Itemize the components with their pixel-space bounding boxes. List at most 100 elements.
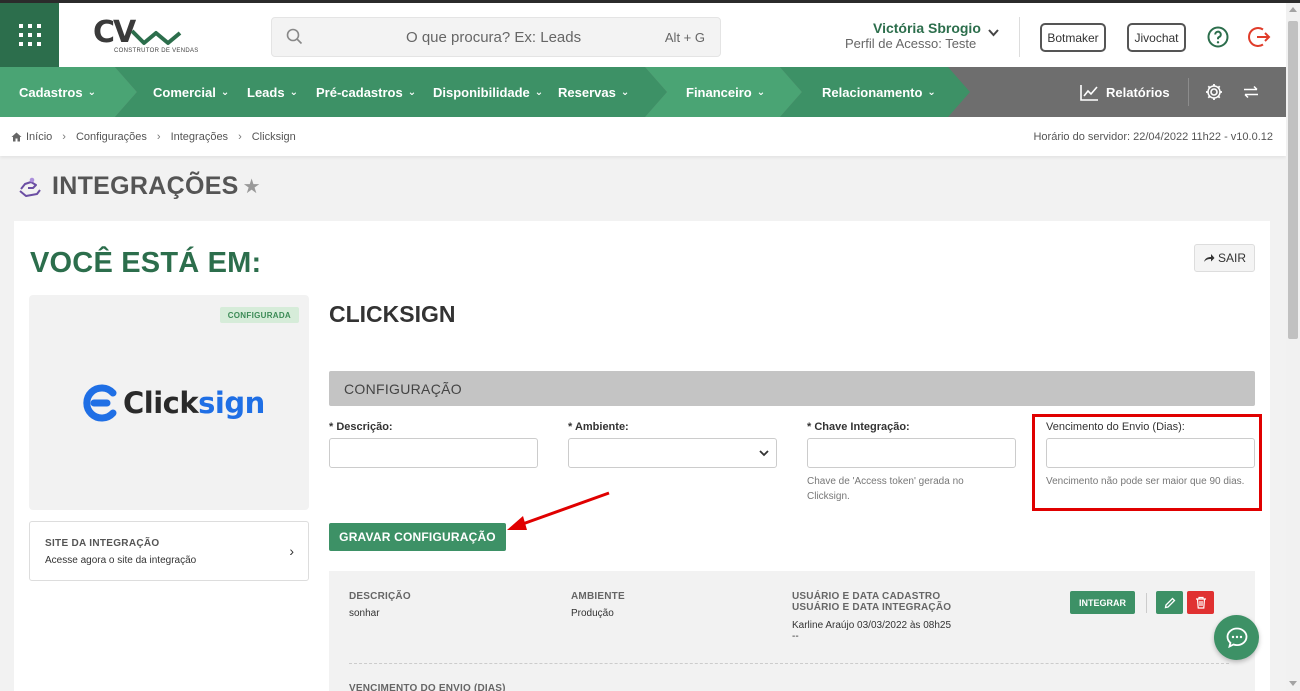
nav-item-financeiro[interactable]: Financeiro ⌄ bbox=[686, 67, 765, 117]
breadcrumb-separator: › bbox=[156, 131, 161, 143]
help-icon[interactable] bbox=[1206, 25, 1230, 49]
nav-item-relacionamento[interactable]: Relacionamento ⌄ bbox=[822, 67, 936, 117]
section-title: CONFIGURAÇÃO bbox=[344, 381, 462, 397]
page-scrollbar[interactable] bbox=[1286, 3, 1300, 691]
main-nav: Cadastros ⌄ Comercial ⌄ Leads ⌄ Pré-cadastr… bbox=[0, 67, 1300, 117]
chevron-down-icon[interactable] bbox=[988, 29, 999, 37]
breadcrumb-separator: › bbox=[238, 131, 242, 143]
breadcrumb-configuracoes[interactable]: Configurações bbox=[76, 131, 147, 143]
annotation-arrow bbox=[507, 491, 610, 530]
chevron-down-icon: ⌄ bbox=[927, 86, 936, 98]
logo-wave-icon bbox=[130, 29, 182, 45]
ambiente-label: * Ambiente: bbox=[568, 421, 629, 433]
annotation-highlight-box bbox=[1032, 414, 1262, 511]
cv-logo[interactable]: CV CONSTRUTOR DE VENDAS bbox=[92, 15, 198, 59]
search-shortcut: Alt + G bbox=[664, 30, 705, 45]
save-config-button[interactable]: GRAVAR CONFIGURAÇÃO bbox=[329, 523, 506, 551]
scroll-down-arrow-icon[interactable] bbox=[1289, 681, 1297, 686]
chevron-down-icon: ⌄ bbox=[534, 86, 544, 98]
edit-button[interactable] bbox=[1156, 591, 1183, 614]
user-name[interactable]: Victória Sbrogio bbox=[873, 20, 981, 36]
grid-menu-button[interactable] bbox=[0, 3, 59, 67]
botmaker-button[interactable]: Botmaker bbox=[1040, 23, 1106, 52]
page-title-text: INTEGRAÇÕES bbox=[52, 172, 239, 200]
chave-integracao-field[interactable] bbox=[807, 438, 1016, 468]
col-header-cadastro: USUÁRIO E DATA CADASTRO bbox=[792, 591, 941, 602]
integration-name: CLICKSIGN bbox=[329, 301, 456, 327]
swap-icon[interactable] bbox=[1243, 85, 1259, 99]
descricao-label: * Descrição: bbox=[329, 421, 393, 433]
chave-label: * Chave Integração: bbox=[807, 421, 910, 433]
site-title: SITE DA INTEGRAÇÃO bbox=[45, 538, 160, 549]
logout-icon[interactable] bbox=[1248, 25, 1272, 49]
exit-button[interactable]: SAIR bbox=[1194, 244, 1255, 272]
chart-line-icon bbox=[1080, 84, 1098, 101]
nav-item-relatorios[interactable]: Relatórios bbox=[1080, 67, 1170, 117]
col-header-vencimento: VENCIMENTO DO ENVIO (DIAS) bbox=[349, 683, 506, 691]
nav-label: Leads bbox=[247, 84, 285, 100]
col-header-ambiente: AMBIENTE bbox=[571, 591, 625, 602]
nav-item-pre-cadastros[interactable]: Pré-cadastros ⌄ bbox=[316, 67, 416, 117]
trash-icon bbox=[1195, 596, 1206, 609]
user-profile: Perfil de Acesso: Teste bbox=[845, 36, 977, 51]
integration-hand-icon bbox=[19, 177, 41, 197]
nav-label: Disponibilidade bbox=[433, 84, 530, 100]
header-divider bbox=[1019, 17, 1020, 57]
server-time: Horário do servidor: 22/04/2022 11h22 - … bbox=[1033, 131, 1273, 143]
row-integracao: -- bbox=[792, 631, 799, 642]
nav-label: Financeiro bbox=[686, 84, 752, 100]
breadcrumb-inicio[interactable]: Início bbox=[26, 131, 52, 143]
pencil-icon bbox=[1164, 597, 1175, 608]
share-arrow-icon bbox=[1203, 254, 1215, 262]
delete-button[interactable] bbox=[1187, 591, 1214, 614]
row-cadastro: Karline Araújo 03/03/2022 às 08h25 bbox=[792, 620, 952, 631]
gear-icon[interactable] bbox=[1205, 83, 1223, 101]
chevron-down-icon: ⌄ bbox=[289, 86, 298, 98]
top-header: CV CONSTRUTOR DE VENDAS O que procura? E… bbox=[0, 0, 1300, 67]
nav-label: Relacionamento bbox=[822, 84, 923, 100]
nav-label: Pré-cadastros bbox=[316, 84, 403, 100]
breadcrumb: Início › Configurações › Integrações › C… bbox=[11, 131, 296, 143]
search-placeholder: O que procura? Ex: Leads bbox=[406, 29, 582, 46]
chevron-down-icon bbox=[759, 450, 769, 457]
row-descricao: sonhar bbox=[349, 608, 380, 619]
breadcrumb-integracoes[interactable]: Integrações bbox=[171, 131, 228, 143]
clicksign-word: Clicksign bbox=[123, 386, 265, 420]
nav-item-cadastros[interactable]: Cadastros ⌄ bbox=[19, 67, 96, 117]
site-desc: Acesse agora o site da integração bbox=[45, 555, 197, 566]
jivochat-button[interactable]: Jivochat bbox=[1127, 23, 1186, 52]
col-header-descricao: DESCRIÇÃO bbox=[349, 591, 411, 602]
nav-item-comercial[interactable]: Comercial ⌄ bbox=[153, 67, 229, 117]
grid-menu-icon bbox=[18, 24, 41, 46]
integrate-button[interactable]: INTEGRAR bbox=[1070, 591, 1135, 614]
clicksign-c-icon bbox=[83, 384, 117, 422]
scroll-up-arrow-icon[interactable] bbox=[1289, 7, 1297, 12]
nav-label: Cadastros bbox=[19, 84, 83, 100]
scroll-thumb[interactable] bbox=[1288, 21, 1298, 339]
breadcrumb-clicksign: Clicksign bbox=[251, 131, 296, 143]
main-card: VOCÊ ESTÁ EM: SAIR CONFIGURADA Clicksign… bbox=[14, 221, 1270, 691]
nav-item-disponibilidade[interactable]: Disponibilidade ⌄ bbox=[433, 67, 543, 117]
nav-label: Relatórios bbox=[1106, 84, 1170, 100]
descricao-field[interactable] bbox=[329, 438, 538, 468]
favorite-star-icon[interactable]: ★ bbox=[243, 174, 261, 199]
home-icon bbox=[11, 132, 22, 142]
button-divider bbox=[1146, 593, 1147, 613]
chave-help: Chave de 'Access token' gerada no Clicks… bbox=[807, 476, 964, 502]
nav-item-reservas[interactable]: Reservas ⌄ bbox=[558, 67, 629, 117]
search-input[interactable]: O que procura? Ex: Leads Alt + G bbox=[271, 17, 721, 57]
integration-logo-box: CONFIGURADA Clicksign bbox=[29, 295, 309, 510]
status-badge: CONFIGURADA bbox=[219, 307, 299, 323]
exit-label: SAIR bbox=[1217, 251, 1246, 265]
nav-divider bbox=[1188, 78, 1189, 106]
chevron-down-icon: ⌄ bbox=[407, 86, 417, 98]
ambiente-select[interactable] bbox=[568, 438, 777, 468]
chevron-down-icon: ⌄ bbox=[220, 86, 230, 98]
page-title: INTEGRAÇÕES ★ bbox=[18, 172, 261, 201]
you-are-in-heading: VOCÊ ESTÁ EM: bbox=[30, 247, 262, 279]
chat-button[interactable] bbox=[1214, 615, 1259, 660]
configured-list: DESCRIÇÃO sonhar AMBIENTE Produção USUÁR… bbox=[329, 571, 1255, 691]
nav-item-leads[interactable]: Leads ⌄ bbox=[247, 67, 298, 117]
integration-site-link[interactable]: SITE DA INTEGRAÇÃO Acesse agora o site d… bbox=[29, 521, 309, 581]
search-icon bbox=[286, 28, 303, 45]
